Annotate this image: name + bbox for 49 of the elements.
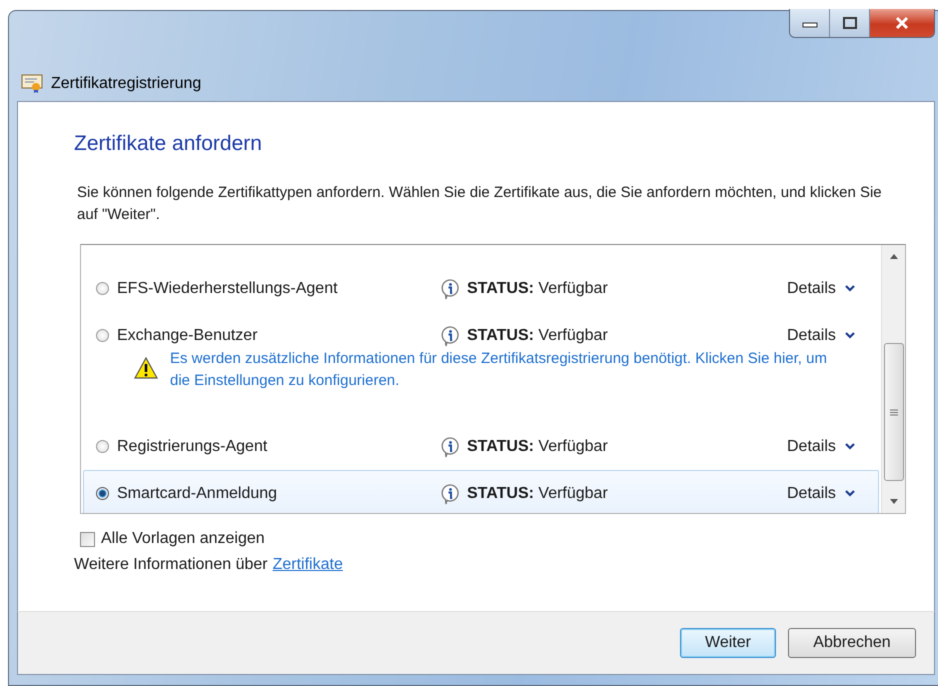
close-icon <box>894 16 910 30</box>
page-heading: Zertifikate anfordern <box>74 132 263 156</box>
info-icon <box>439 436 461 458</box>
radio-button[interactable] <box>96 329 109 342</box>
close-button[interactable] <box>870 9 934 37</box>
configure-warning-link[interactable]: Es werden zusätzliche Informationen für diese Zertifikatsregistrierung benötigt. Klicken Sie hier, um die Einstellungen zu konfigurieren. <box>170 348 844 392</box>
instructions-text: Sie können folgende Zertifikattypen anfordern. Wählen Sie die Zertifikate aus, die Sie anfordern möchten, und klicken Sie auf "Weiter". <box>77 183 883 225</box>
more-info-text: Weitere Informationen über <box>74 556 268 574</box>
certificate-name: EFS-Wiederherstellungs-Agent <box>117 280 339 298</box>
chevron-down-icon <box>844 332 856 340</box>
certificate-row[interactable]: EFS-Wiederherstellungs-Agent STATUS: Verfügbar Details <box>83 265 879 312</box>
chevron-down-icon <box>844 490 856 498</box>
status-text: STATUS: Verfügbar <box>467 326 609 344</box>
scrollbar[interactable] <box>881 245 905 513</box>
certificate-row[interactable]: Smartcard-Anmeldung STATUS: Verfügbar Details <box>83 470 879 513</box>
maximize-button[interactable] <box>830 9 870 37</box>
chevron-down-icon <box>844 442 856 450</box>
checkbox-label[interactable]: Alle Vorlagen anzeigen <box>101 530 265 548</box>
certificate-name: Registrierungs-Agent <box>117 438 268 456</box>
chevron-down-icon <box>844 284 856 292</box>
details-link[interactable]: Details <box>787 484 856 502</box>
certificate-icon <box>21 73 43 93</box>
status-text: STATUS: Verfügbar <box>467 280 609 298</box>
certificate-row[interactable]: Exchange-Benutzer STATUS: Verfügbar Details Es werden zusätzliche Informationen für diese Zertifikatsregistrierung benötigt. Klicken Sie hier, um die Einstellungen zu konfigurieren. <box>83 312 879 423</box>
radio-button[interactable] <box>96 440 109 453</box>
status-text: STATUS: Verfügbar <box>467 438 609 456</box>
radio-button[interactable] <box>96 282 109 295</box>
dialog-button[interactable]: Abbrechen <box>788 628 916 658</box>
maximize-icon <box>842 16 858 30</box>
warning-icon <box>134 357 158 379</box>
window-title: Zertifikatregistrierung <box>51 75 202 93</box>
scroll-down-icon[interactable] <box>888 499 898 505</box>
minimize-button[interactable] <box>790 9 830 37</box>
details-link[interactable]: Details <box>787 326 856 344</box>
certificate-row[interactable]: Registrierungs-Agent STATUS: Verfügbar Details <box>83 423 879 470</box>
info-icon <box>439 278 461 300</box>
certificate-name: Exchange-Benutzer <box>117 326 259 344</box>
radio-button[interactable] <box>96 487 109 500</box>
details-link[interactable]: Details <box>787 280 856 298</box>
status-text: STATUS: Verfügbar <box>467 484 609 502</box>
dialog-button[interactable]: Weiter <box>680 628 776 658</box>
scroll-up-icon[interactable] <box>888 253 898 259</box>
info-icon <box>439 482 461 504</box>
info-icon <box>439 324 461 346</box>
certificates-link[interactable]: Zertifikate <box>272 556 343 574</box>
checkbox[interactable] <box>80 532 95 546</box>
certificate-name: Smartcard-Anmeldung <box>117 484 278 502</box>
scroll-thumb[interactable] <box>884 343 904 481</box>
details-link[interactable]: Details <box>787 438 856 456</box>
